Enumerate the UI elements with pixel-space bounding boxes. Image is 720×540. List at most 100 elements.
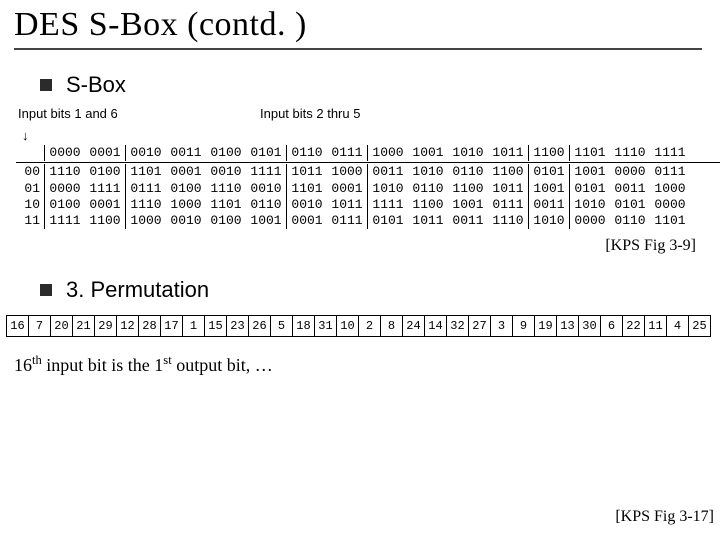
sbox-cell: 1011: [327, 197, 367, 213]
sbox-cell: 1111: [44, 213, 85, 229]
sbox-cell: 0011: [610, 181, 650, 197]
sbox-cell: 0100: [85, 164, 125, 180]
perm-cell: 19: [534, 315, 556, 337]
title-bar: DES S-Box (contd. ): [14, 0, 702, 50]
perm-cell: 20: [50, 315, 72, 337]
sbox-cell: 0110: [448, 164, 488, 180]
bullet-icon: [40, 284, 52, 296]
perm-cell: 30: [578, 315, 600, 337]
down-arrow-icon: ↓: [22, 128, 720, 143]
sbox-cell: 0101: [367, 213, 408, 229]
bullet-sbox: S-Box: [40, 72, 720, 98]
sbox-row-11: 11: [16, 213, 44, 229]
sbox-cell: 0011: [448, 213, 488, 229]
bullet-icon: [40, 79, 52, 91]
sbox-col-0000: 0000: [44, 145, 85, 161]
perm-cell: 25: [688, 315, 711, 337]
sbox-cell: 1100: [488, 164, 528, 180]
cap-mid: input bit is the 1: [42, 355, 164, 375]
perm-cell: 11: [644, 315, 666, 337]
sbox-cell: 0101: [528, 164, 569, 180]
page-title: DES S-Box (contd. ): [14, 6, 702, 44]
sbox-cell: 1000: [650, 181, 690, 197]
sbox-cell: 1101: [206, 197, 246, 213]
cap-16: 16: [14, 355, 32, 375]
sbox-cell: 1010: [528, 213, 569, 229]
sbox-cell: 1011: [408, 213, 448, 229]
sbox-cell: 1101: [650, 213, 690, 229]
perm-cell: 6: [600, 315, 622, 337]
sbox-cell: 1100: [408, 197, 448, 213]
sbox-cell: 1001: [246, 213, 286, 229]
sbox-cell: 1000: [166, 197, 206, 213]
sbox-col-1011: 1011: [488, 145, 528, 161]
sbox-cell: 0111: [650, 164, 690, 180]
perm-cell: 23: [226, 315, 248, 337]
sbox-cell: 0110: [610, 213, 650, 229]
perm-cell: 5: [270, 315, 292, 337]
reference-perm: [KPS Fig 3-17]: [615, 508, 714, 526]
sbox-col-1010: 1010: [448, 145, 488, 161]
sbox-cell: 0100: [44, 197, 85, 213]
sbox-cell: 1011: [488, 181, 528, 197]
perm-cell: 21: [72, 315, 94, 337]
perm-cell: 24: [402, 315, 424, 337]
sbox-col-1111: 1111: [650, 145, 690, 161]
sup-st: st: [163, 353, 171, 367]
sbox-col-0111: 0111: [327, 145, 367, 161]
sbox-cell: 0001: [166, 164, 206, 180]
sbox-cell: 0101: [610, 197, 650, 213]
bullet-sbox-label: S-Box: [66, 72, 126, 98]
sbox-cell: 1011: [286, 164, 327, 180]
perm-cell: 17: [160, 315, 182, 337]
bullet-perm-label: 3. Permutation: [66, 277, 209, 303]
perm-cell: 18: [292, 315, 314, 337]
sbox-col-0011: 0011: [166, 145, 206, 161]
sbox-cell: 1100: [448, 181, 488, 197]
sbox-cell: 0110: [408, 181, 448, 197]
sbox-cell: 1001: [569, 164, 610, 180]
sup-th: th: [32, 353, 42, 367]
sbox-cell: 1001: [448, 197, 488, 213]
slide: { "title": "DES S-Box (contd. )", "bulle…: [0, 0, 720, 540]
sbox-cell: 1111: [367, 197, 408, 213]
sbox-cell: 0111: [125, 181, 166, 197]
perm-cell: 8: [380, 315, 402, 337]
bullet-perm: 3. Permutation: [40, 277, 720, 303]
perm-cell: 13: [556, 315, 578, 337]
sbox-cell: 0001: [327, 181, 367, 197]
sbox-col-0101: 0101: [246, 145, 286, 161]
perm-cell: 32: [446, 315, 468, 337]
sbox-cell: 1010: [367, 181, 408, 197]
cap-end: output bit, …: [172, 355, 273, 375]
sbox-cell: 0011: [367, 164, 408, 180]
sbox-cell: 0100: [166, 181, 206, 197]
sbox-cell: 0111: [327, 213, 367, 229]
perm-cell: 27: [468, 315, 490, 337]
sbox-col-0100: 0100: [206, 145, 246, 161]
sbox-cell: 0000: [569, 213, 610, 229]
sbox-cell: 0100: [206, 213, 246, 229]
sbox-cell: 1001: [528, 181, 569, 197]
sbox-cell: 0000: [650, 197, 690, 213]
sbox-cell: 1111: [85, 181, 125, 197]
sbox-col-0001: 0001: [85, 145, 125, 161]
sbox-cell: 0010: [246, 181, 286, 197]
sbox-cell: 0101: [569, 181, 610, 197]
perm-cell: 22: [622, 315, 644, 337]
sbox-col-1001: 1001: [408, 145, 448, 161]
sbox-col-1110: 1110: [610, 145, 650, 161]
sbox-cell: 0110: [246, 197, 286, 213]
reference-sbox: [KPS Fig 3-9]: [0, 237, 696, 255]
permutation-caption: 16th input bit is the 1st output bit, …: [14, 353, 720, 376]
sbox-table: 0000000100100011010001010110011110001001…: [16, 145, 720, 229]
sbox-corner: [16, 145, 44, 161]
sbox-cell: 1100: [85, 213, 125, 229]
sbox-col-1101: 1101: [569, 145, 610, 161]
label-bits-2-5: Input bits 2 thru 5: [260, 106, 360, 121]
sbox-cell: 1010: [408, 164, 448, 180]
sbox-cell: 1000: [327, 164, 367, 180]
perm-cell: 1: [182, 315, 204, 337]
perm-cell: 9: [512, 315, 534, 337]
sbox-cell: 0000: [610, 164, 650, 180]
